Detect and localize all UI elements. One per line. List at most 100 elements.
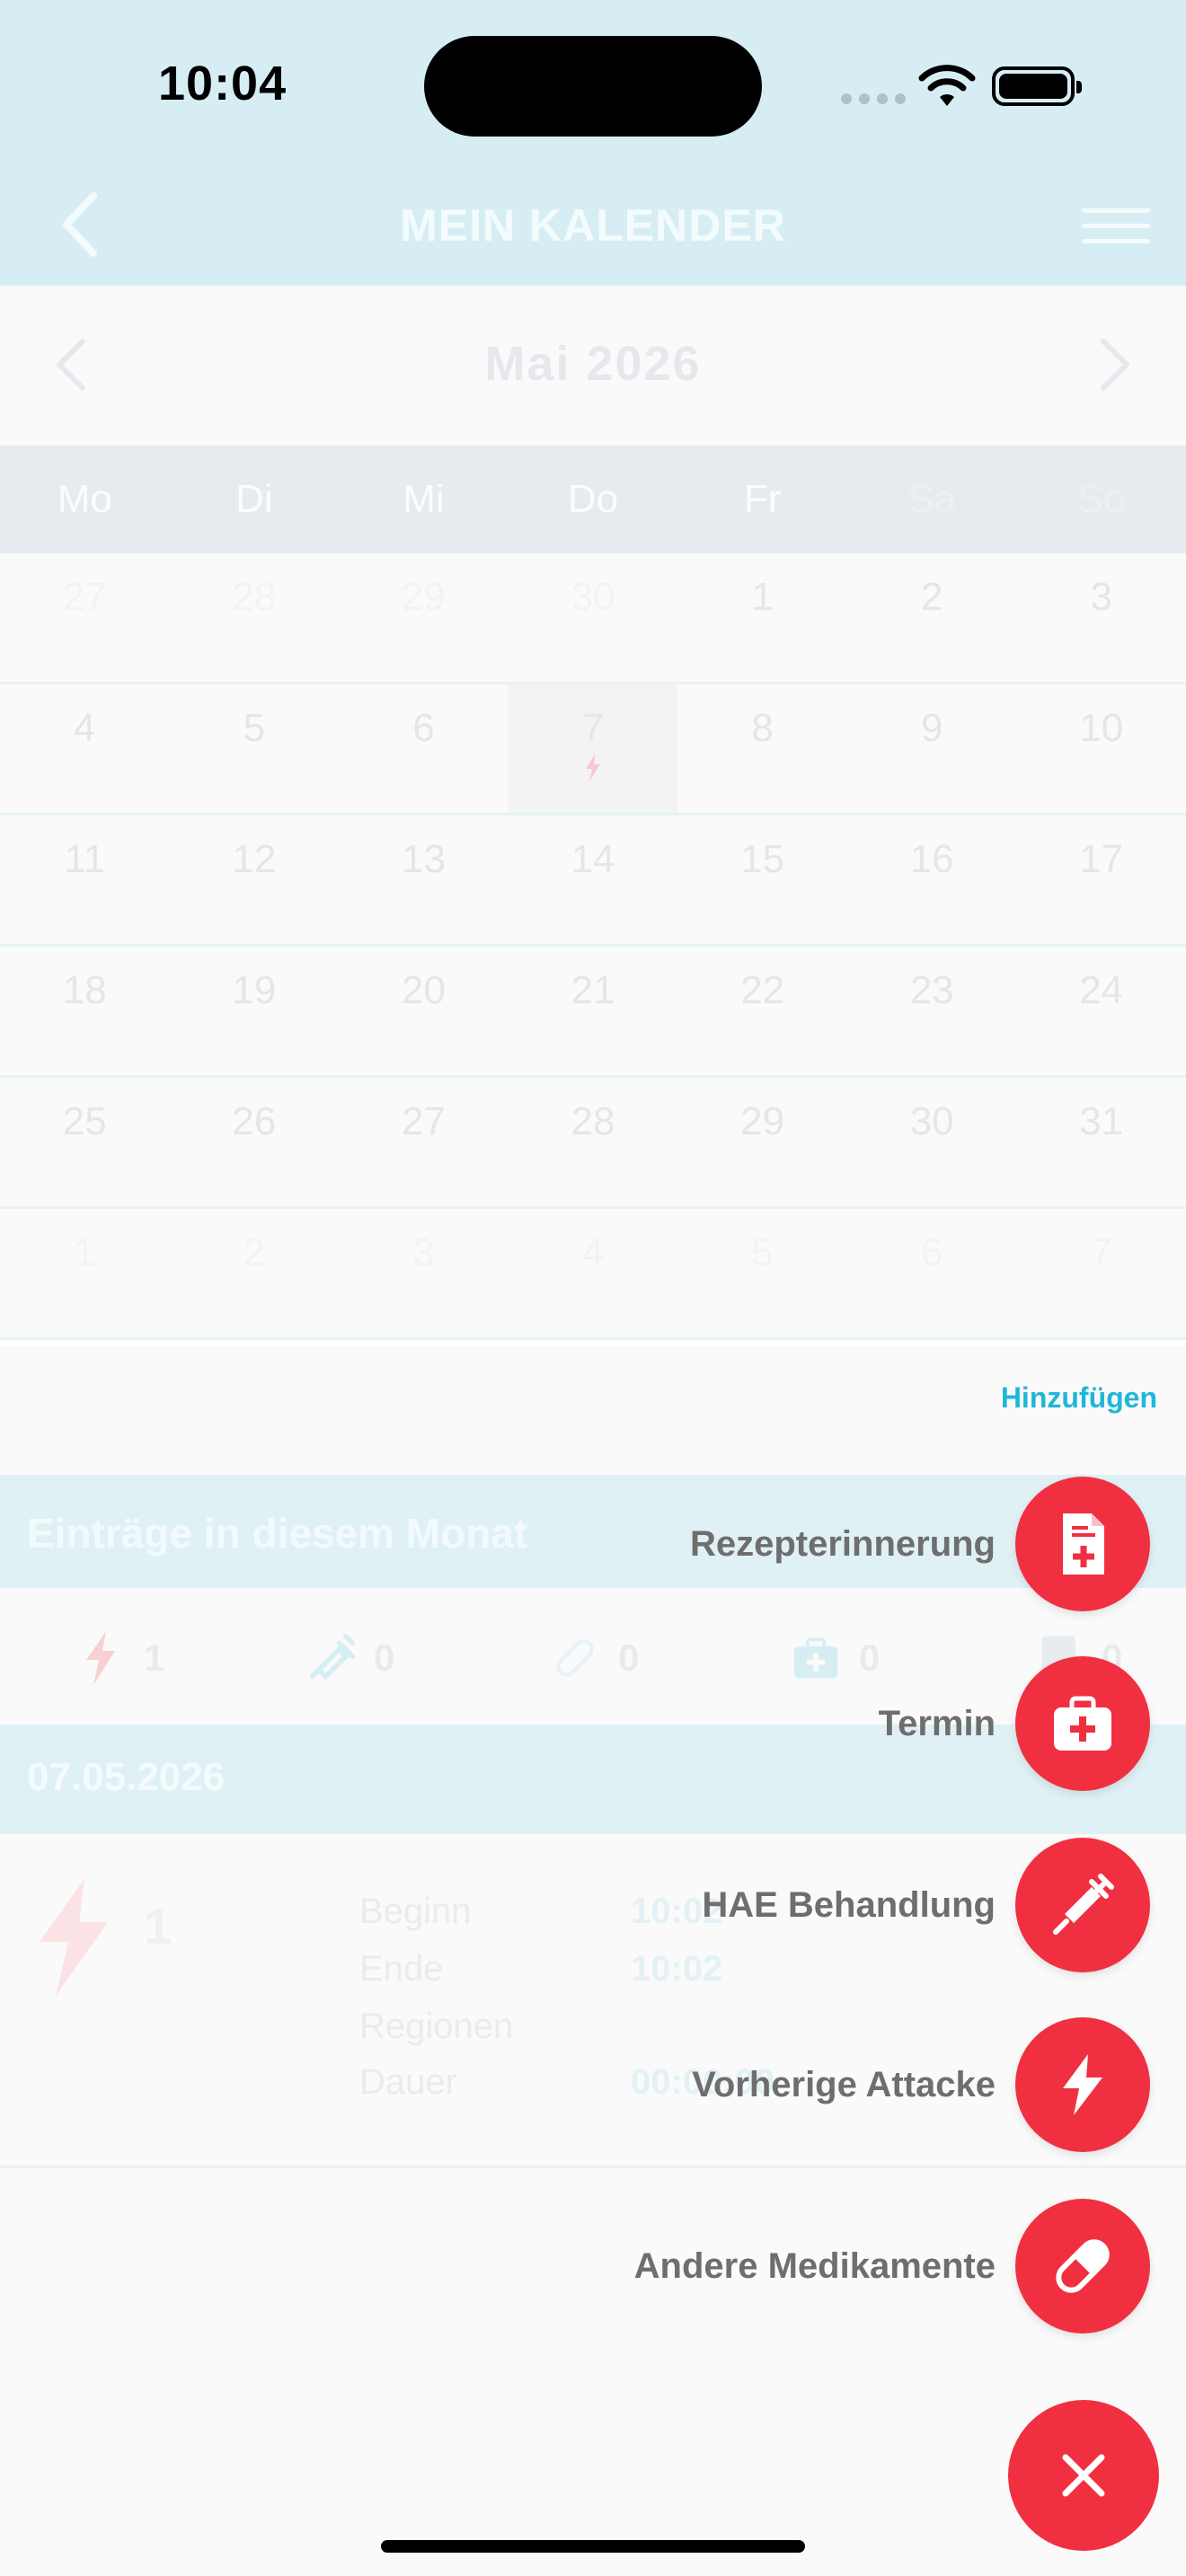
page-title: MEIN KALENDER	[400, 200, 786, 251]
fab-item-andere-medikamente[interactable]: Andere Medikamente	[634, 2199, 1150, 2333]
calendar-day[interactable]: 13	[339, 816, 509, 944]
wifi-icon	[918, 65, 976, 106]
calendar-day[interactable]: 8	[677, 684, 847, 813]
syringe-icon	[309, 1633, 356, 1681]
calendar-grid: 27 28 29 30 1 2 3 4 5 6 7 8 9 10 11 12 1…	[0, 553, 1186, 1340]
calendar-week: 18 19 20 21 22 23 24	[0, 947, 1186, 1078]
calendar-day[interactable]: 9	[847, 684, 1017, 813]
dynamic-island	[424, 36, 762, 137]
calendar-day[interactable]: 29	[339, 553, 509, 682]
calendar-day[interactable]: 25	[0, 1078, 170, 1206]
treatment-count: 0	[305, 1631, 394, 1685]
fab-button-andere-medikamente[interactable]	[1015, 2199, 1150, 2333]
entry-label-dauer: Dauer	[359, 2062, 457, 2102]
fab-label-andere-medikamente[interactable]: Andere Medikamente	[634, 2246, 996, 2287]
pill-icon	[1056, 2239, 1110, 2293]
calendar-day[interactable]: 17	[1016, 816, 1186, 944]
calendar-day[interactable]: 28	[509, 1078, 678, 1206]
weekday-di: Di	[235, 477, 273, 521]
fab-close-button[interactable]	[1008, 2400, 1159, 2551]
calendar-day[interactable]: 20	[339, 947, 509, 1075]
app-header: MEIN KALENDER	[0, 180, 1186, 286]
entry-label-ende: Ende	[359, 1949, 444, 1989]
fab-label-termin[interactable]: Termin	[879, 1704, 996, 1744]
calendar-day[interactable]: 30	[509, 553, 678, 682]
calendar-day[interactable]: 5	[677, 1209, 847, 1337]
fab-label-vorherige-attacke[interactable]: Vorherige Attacke	[692, 2065, 996, 2105]
calendar-day[interactable]: 31	[1016, 1078, 1186, 1206]
fab-item-termin[interactable]: Termin	[879, 1656, 1150, 1791]
calendar-day[interactable]: 10	[1016, 684, 1186, 813]
calendar-day[interactable]: 3	[339, 1209, 509, 1337]
calendar-day[interactable]: 2	[847, 553, 1017, 682]
fab-label-rezepterinnerung[interactable]: Rezepterinnerung	[690, 1524, 996, 1565]
calendar-day[interactable]: 18	[0, 947, 170, 1075]
calendar-day[interactable]: 1	[0, 1209, 170, 1337]
calendar-day[interactable]: 28	[170, 553, 340, 682]
fab-button-hae-behandlung[interactable]	[1015, 1838, 1150, 1972]
calendar-week: 25 26 27 28 29 30 31	[0, 1078, 1186, 1209]
home-indicator[interactable]	[381, 2540, 805, 2553]
fab-label-hae-behandlung[interactable]: HAE Behandlung	[702, 1885, 996, 1926]
month-label: Mai 2026	[484, 337, 702, 391]
status-bar: 10:04	[0, 0, 1186, 180]
medication-count: 0	[550, 1631, 639, 1685]
calendar-day[interactable]: 14	[509, 816, 678, 944]
calendar-day[interactable]: 27	[0, 553, 170, 682]
calendar-day[interactable]: 16	[847, 816, 1017, 944]
calendar-day[interactable]: 23	[847, 947, 1017, 1075]
calendar-day[interactable]: 5	[170, 684, 340, 813]
month-navigation: Mai 2026	[0, 286, 1186, 446]
calendar-day[interactable]: 4	[0, 684, 170, 813]
battery-icon	[992, 66, 1082, 106]
weekday-so: So	[1076, 477, 1126, 521]
lightning-icon	[1063, 2054, 1102, 2115]
calendar-day[interactable]: 22	[677, 947, 847, 1075]
fab-item-vorherige-attacke[interactable]: Vorherige Attacke	[692, 2017, 1150, 2152]
entry-label-regionen: Regionen	[359, 2007, 514, 2046]
calendar-day[interactable]: 12	[170, 816, 340, 944]
attack-marker-icon	[586, 754, 601, 781]
fab-button-termin[interactable]	[1015, 1656, 1150, 1791]
weekday-fr: Fr	[743, 477, 782, 521]
fab-button-vorherige-attacke[interactable]	[1015, 2017, 1150, 2152]
calendar-day[interactable]: 4	[509, 1209, 678, 1337]
calendar-day[interactable]: 7	[1016, 1209, 1186, 1337]
calendar-week: 27 28 29 30 1 2 3	[0, 553, 1186, 684]
calendar-day[interactable]: 29	[677, 1078, 847, 1206]
calendar-day[interactable]: 24	[1016, 947, 1186, 1075]
calendar-day[interactable]: 1	[677, 553, 847, 682]
next-month-icon[interactable]	[1096, 336, 1136, 393]
calendar-day[interactable]: 2	[170, 1209, 340, 1337]
calendar-day[interactable]: 21	[509, 947, 678, 1075]
lightning-icon	[86, 1631, 115, 1685]
calendar-day[interactable]: 15	[677, 816, 847, 944]
weekday-sa: Sa	[907, 477, 957, 521]
weekday-do: Do	[567, 477, 619, 521]
attack-count-value: 1	[144, 1636, 165, 1679]
calendar-day[interactable]: 19	[170, 947, 340, 1075]
add-entry-link[interactable]: Hinzufügen	[1001, 1381, 1157, 1415]
calendar-day[interactable]: 27	[339, 1078, 509, 1206]
calendar-day[interactable]: 30	[847, 1078, 1017, 1206]
weekday-mi: Mi	[403, 477, 445, 521]
calendar-week: 11 12 13 14 15 16 17	[0, 816, 1186, 947]
entry-date: 07.05.2026	[27, 1755, 226, 1799]
appointment-count-value: 0	[859, 1636, 881, 1679]
calendar-day[interactable]: 11	[0, 816, 170, 944]
attack-count: 1	[75, 1631, 164, 1685]
hamburger-menu-icon[interactable]	[1082, 208, 1150, 244]
fab-button-rezepterinnerung[interactable]	[1015, 1477, 1150, 1611]
appointment-count: 0	[791, 1631, 880, 1685]
fab-item-hae-behandlung[interactable]: HAE Behandlung	[702, 1838, 1150, 1972]
calendar-day-number: 7	[581, 706, 605, 750]
calendar-day[interactable]: 6	[339, 684, 509, 813]
entry-label-beginn: Beginn	[359, 1892, 472, 1931]
fab-item-rezepterinnerung[interactable]: Rezepterinnerung	[690, 1477, 1150, 1611]
calendar-day[interactable]: 6	[847, 1209, 1017, 1337]
calendar-day[interactable]: 26	[170, 1078, 340, 1206]
syringe-icon	[1053, 1874, 1114, 1935]
calendar-day[interactable]: 3	[1016, 553, 1186, 682]
calendar-day-selected[interactable]: 7	[508, 684, 678, 813]
pill-icon	[556, 1639, 594, 1677]
